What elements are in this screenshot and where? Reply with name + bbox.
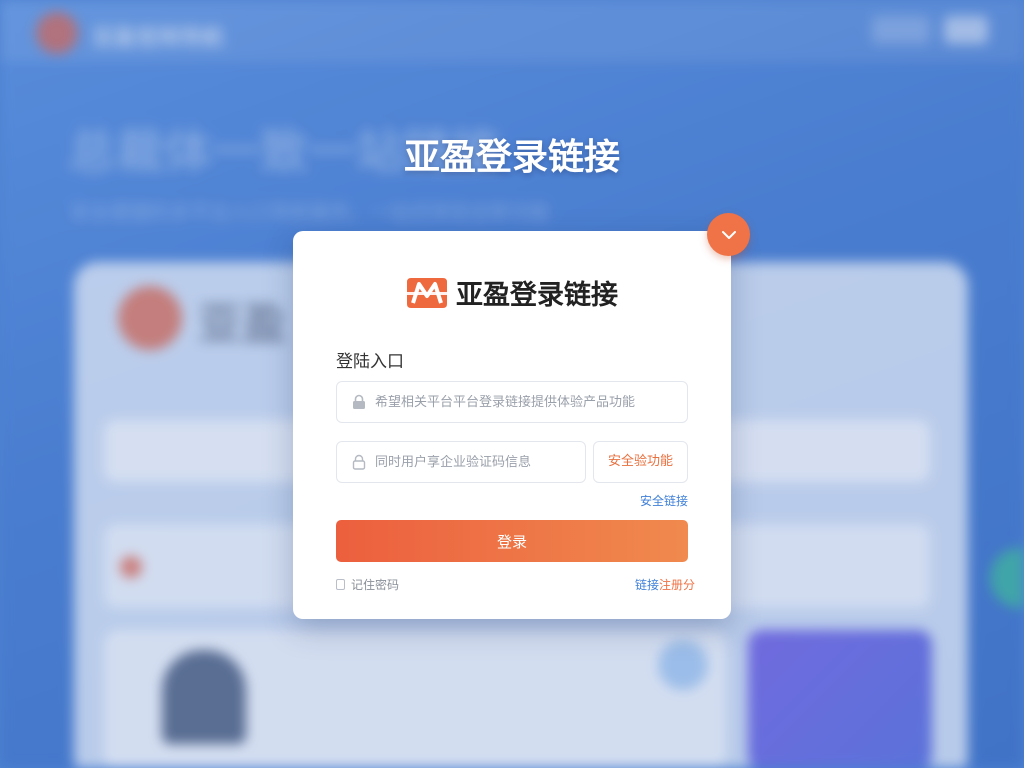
register-link-main: 链接: [635, 578, 660, 592]
collapse-button[interactable]: [707, 213, 750, 256]
page-title: 亚盈登录链接: [403, 137, 620, 178]
register-link-accent: 注册分: [659, 578, 696, 592]
account-input[interactable]: [375, 394, 687, 410]
brand-name: 亚盈登录链接: [456, 280, 618, 311]
safe-link[interactable]: 安全链接: [640, 492, 688, 509]
code-input[interactable]: [375, 454, 585, 470]
code-field[interactable]: [336, 441, 586, 483]
chevron-down-icon: [721, 230, 736, 239]
brand-header: 亚盈登录链接: [293, 273, 731, 312]
section-label: 登陆入口: [336, 352, 404, 372]
lock-icon: [352, 454, 366, 470]
login-button[interactable]: 登录: [336, 520, 688, 562]
account-field[interactable]: [336, 381, 688, 423]
brand-logo-icon: [407, 277, 447, 308]
login-modal: 亚盈登录链接 登陆入口 安全验功能 安全链接 登录 记住密码 链接注册分: [293, 231, 731, 619]
get-code-button[interactable]: 安全验功能: [593, 441, 688, 483]
register-link[interactable]: 链接注册分: [635, 576, 695, 593]
remember-password-checkbox[interactable]: 记住密码: [336, 576, 399, 593]
remember-password-label: 记住密码: [351, 578, 400, 592]
checkbox-icon: [336, 579, 345, 590]
lock-icon: [353, 394, 365, 409]
